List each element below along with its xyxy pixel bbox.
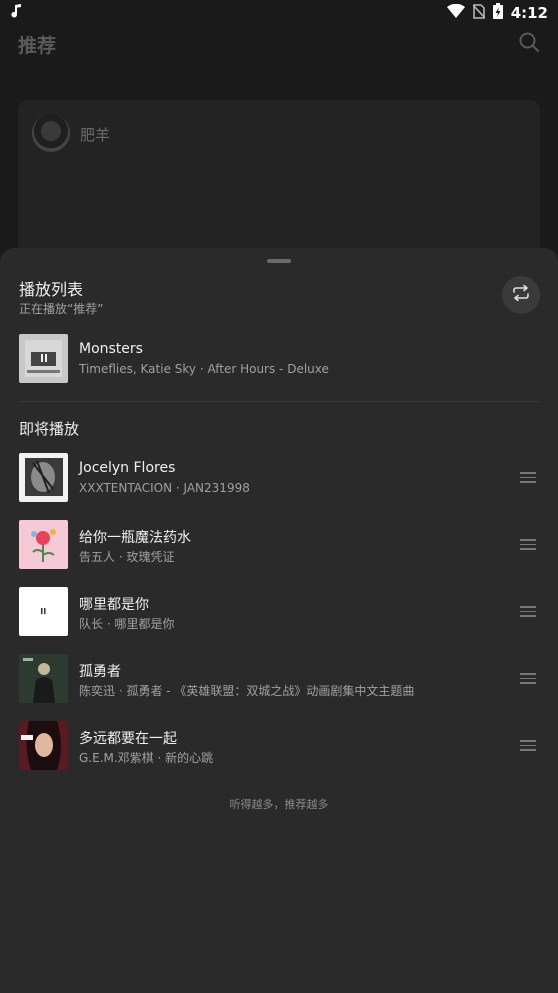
- track-title: 哪里都是你: [79, 597, 149, 613]
- album-cover: [19, 334, 68, 383]
- track-subtitle: 陈奕迅 · 孤勇者 - 《英雄联盟：双城之战》动画剧集中文主题曲: [79, 684, 415, 698]
- repeat-icon: [512, 284, 530, 305]
- track-title: 孤勇者: [79, 664, 121, 680]
- page-header: 推荐: [0, 26, 558, 62]
- track-subtitle: G.E.M.邓紫棋 · 新的心跳: [79, 751, 214, 765]
- queue-item[interactable]: 哪里都是你 队长 · 哪里都是你: [19, 587, 539, 637]
- no-sim-icon: [472, 3, 486, 23]
- search-icon[interactable]: [518, 31, 540, 57]
- card-username: 肥羊: [80, 126, 111, 144]
- up-next-heading: 即将播放: [19, 420, 80, 438]
- drag-handle-icon[interactable]: [520, 539, 536, 551]
- track-title: Jocelyn Flores: [79, 460, 176, 476]
- album-cover: [19, 587, 68, 636]
- track-title: Monsters: [79, 341, 143, 357]
- album-cover: [19, 453, 68, 502]
- repeat-button[interactable]: [502, 276, 540, 314]
- battery-charging-icon: [492, 3, 503, 23]
- album-cover: [19, 654, 68, 703]
- queue-item[interactable]: 给你一瓶魔法药水 告五人 · 玫瑰凭证: [19, 520, 539, 570]
- track-title: 多远都要在一起: [79, 731, 177, 747]
- status-bar: 4:12: [0, 0, 558, 26]
- album-cover: [19, 520, 68, 569]
- status-time: 4:12: [510, 4, 548, 22]
- playlist-subtitle: 正在播放“推荐”: [19, 302, 104, 316]
- avatar: [32, 114, 70, 152]
- drag-handle-icon[interactable]: [520, 740, 536, 752]
- track-subtitle: 队长 · 哪里都是你: [79, 617, 175, 631]
- wifi-icon: [446, 3, 465, 22]
- queue-item[interactable]: 孤勇者 陈奕迅 · 孤勇者 - 《英雄联盟：双城之战》动画剧集中文主题曲: [19, 654, 539, 704]
- drag-handle-icon[interactable]: [520, 472, 536, 484]
- now-playing-item[interactable]: Monsters Timeflies, Katie Sky · After Ho…: [19, 334, 539, 384]
- footer-note: 听得越多，推荐越多: [229, 798, 329, 811]
- playlist-title: 播放列表: [19, 280, 84, 299]
- recommend-card[interactable]: 肥羊: [18, 100, 540, 270]
- drag-handle-icon[interactable]: [520, 606, 536, 618]
- queue-item[interactable]: 多远都要在一起 G.E.M.邓紫棋 · 新的心跳: [19, 721, 539, 771]
- queue-item[interactable]: Jocelyn Flores XXXTENTACION · JAN231998: [19, 453, 539, 503]
- divider: [19, 401, 539, 402]
- playlist-sheet: 播放列表 正在播放“推荐” Monsters Timeflies, Katie …: [0, 248, 558, 993]
- album-cover: [19, 721, 68, 770]
- track-subtitle: XXXTENTACION · JAN231998: [79, 481, 250, 495]
- track-subtitle: Timeflies, Katie Sky · After Hours - Del…: [79, 362, 329, 376]
- music-note-icon: [10, 4, 22, 22]
- background-page: 推荐 肥羊: [0, 26, 558, 270]
- sheet-drag-handle[interactable]: [267, 259, 291, 263]
- page-title: 推荐: [18, 34, 57, 57]
- track-title: 给你一瓶魔法药水: [79, 530, 191, 546]
- track-subtitle: 告五人 · 玫瑰凭证: [79, 550, 175, 564]
- drag-handle-icon[interactable]: [520, 673, 536, 685]
